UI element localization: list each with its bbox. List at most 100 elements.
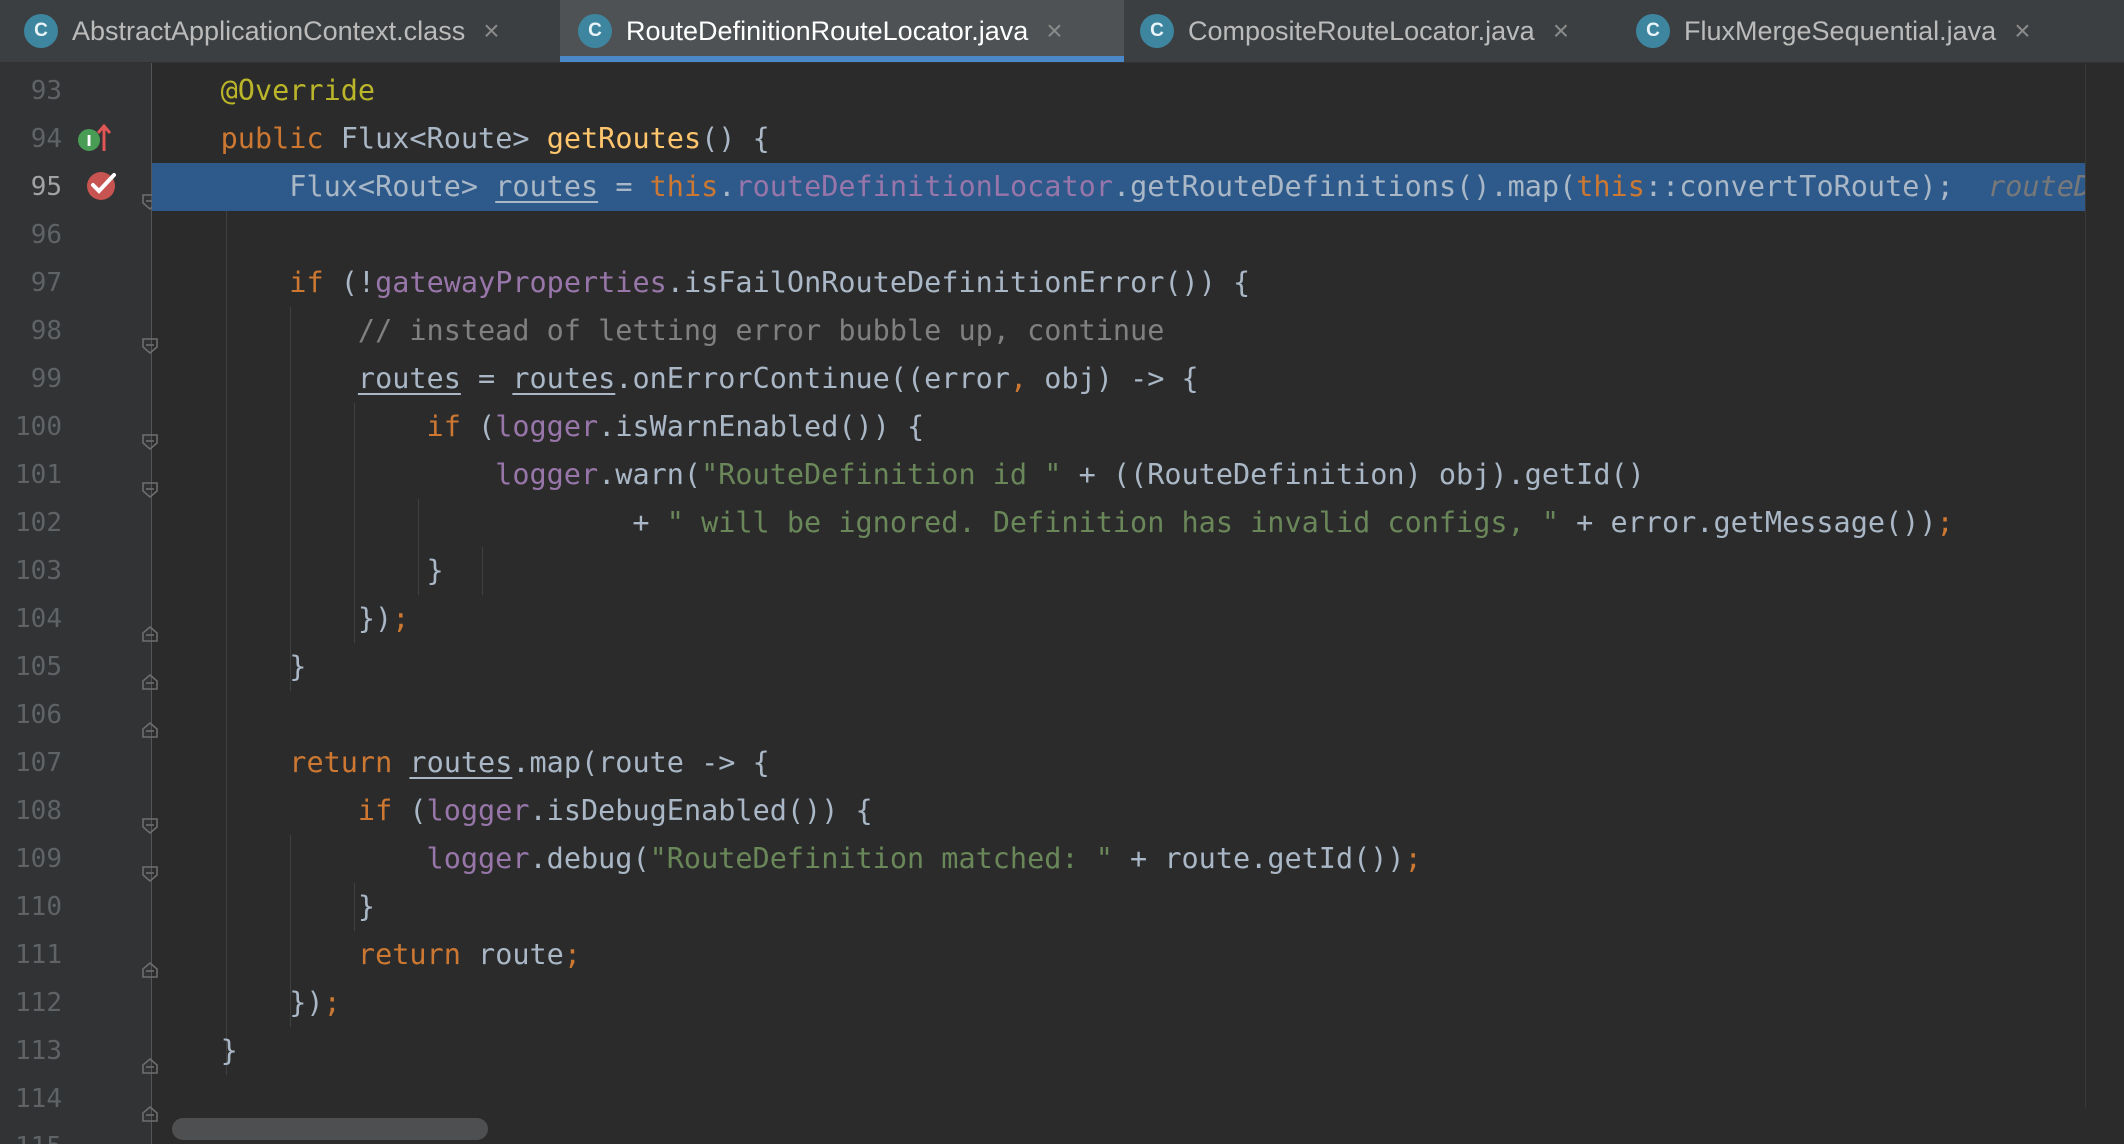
string-literal: " will be ignored. Definition has invali… <box>666 506 1560 539</box>
code-line-113: } <box>152 1034 238 1067</box>
line-number: 97 <box>30 268 62 298</box>
svg-text:I: I <box>86 132 92 150</box>
line-number: 96 <box>30 220 62 250</box>
inline-value-hint: routeDefinitionLocator: CompositeRouteDe… <box>1988 170 2086 203</box>
call-is-warn-enabled: .isWarnEnabled()) { <box>598 410 925 443</box>
code-line-110: } <box>152 890 376 923</box>
code-line-101: logger.warn("RouteDefinition id " + ((Ro… <box>152 451 1645 499</box>
code-line-104: }); <box>152 602 410 635</box>
expr-error-message: + error.getMessage()) <box>1559 506 1937 539</box>
line-number: 113 <box>15 1036 62 1066</box>
line-number: 103 <box>15 556 62 586</box>
type-flux-route: Flux<Route> <box>340 122 530 155</box>
field-route-definition-locator: routeDefinitionLocator <box>735 170 1113 203</box>
line-number: 115 <box>0 1123 62 1144</box>
expr-cast-get-id: + ((RouteDefinition) obj).getId() <box>1061 458 1645 491</box>
keyword-this: this <box>649 170 719 203</box>
java-class-icon: C <box>578 14 612 48</box>
implements-method-icon[interactable]: I <box>76 121 112 157</box>
keyword-return: return <box>289 746 393 779</box>
field-logger: logger <box>426 794 530 827</box>
line-number: 110 <box>15 892 62 922</box>
code-line-98: // instead of letting error bubble up, c… <box>152 307 1164 355</box>
code-line-107: return routes.map(route -> { <box>152 739 770 787</box>
code-line-108: if (logger.isDebugEnabled()) { <box>357 794 873 827</box>
code-area[interactable]: @Override public Flux<Route> getRoutes()… <box>152 63 2086 1144</box>
call-is-debug-enabled: .isDebugEnabled()) { <box>529 794 873 827</box>
indent-guide <box>482 547 483 595</box>
call-debug: .debug( <box>529 842 650 875</box>
tab-label: RouteDefinitionRouteLocator.java <box>626 15 1029 46</box>
line-number: 112 <box>15 988 62 1018</box>
code-line-100: if (logger.isWarnEnabled()) { <box>426 410 925 443</box>
keyword-if: if <box>357 794 393 827</box>
close-icon[interactable]: × <box>1553 15 1569 47</box>
tab-flux-merge-sequential[interactable]: C FluxMergeSequential.java × <box>1636 0 2104 62</box>
field-logger: logger <box>495 458 599 491</box>
field-logger: logger <box>426 842 530 875</box>
horizontal-scrollbar-thumb[interactable] <box>172 1118 488 1140</box>
type-flux-route: Flux<Route> <box>289 170 479 203</box>
close-icon[interactable]: × <box>2014 15 2030 47</box>
var-routes: routes <box>409 746 513 779</box>
line-number: 106 <box>15 700 62 730</box>
code-line-102: + " will be ignored. Definition has inva… <box>152 506 1954 539</box>
code-line-94: public Flux<Route> getRoutes() { <box>220 122 770 155</box>
var-routes: routes <box>495 170 599 203</box>
line-number: 107 <box>15 748 62 778</box>
breakpoint-icon[interactable] <box>84 167 120 203</box>
line-number: 105 <box>15 652 62 682</box>
code-editor[interactable]: 93 94 95 96 97 98 99 100 101 102 103 104… <box>0 63 2124 1144</box>
annotation-override: @Override <box>220 74 376 107</box>
code-line-112: }); <box>152 986 341 1019</box>
close-icon[interactable]: × <box>1046 15 1062 47</box>
line-number: 100 <box>15 412 62 442</box>
line-number: 98 <box>30 316 62 346</box>
tab-label: CompositeRouteLocator.java <box>1188 15 1535 46</box>
string-literal: "RouteDefinition matched: " <box>649 842 1113 875</box>
field-gateway-properties: gatewayProperties <box>375 266 667 299</box>
keyword-if: if <box>289 266 324 299</box>
tab-abstract-application-context[interactable]: C AbstractApplicationContext.class × <box>0 0 580 62</box>
lambda-obj: obj) -> { <box>1027 362 1199 395</box>
keyword-this: this <box>1576 170 1645 203</box>
code-line-97: if (!gatewayProperties.isFailOnRouteDefi… <box>289 266 1251 299</box>
call-is-fail-on-error: .isFailOnRouteDefinitionError()) { <box>666 266 1251 299</box>
line-number: 102 <box>15 508 62 538</box>
var-route: route <box>478 938 564 971</box>
code-line-109: logger.debug("RouteDefinition matched: "… <box>426 842 1422 875</box>
line-number: 99 <box>30 364 62 394</box>
comment: // instead of letting error bubble up, c… <box>357 314 1165 347</box>
line-number: 94 <box>30 124 62 154</box>
field-logger: logger <box>495 410 599 443</box>
expr-route-get-id: + route.getId()) <box>1112 842 1405 875</box>
tab-route-definition-route-locator[interactable]: C RouteDefinitionRouteLocator.java × <box>560 0 1124 62</box>
method-ref-convert-to-route: ::convertToRoute); <box>1644 170 1954 203</box>
var-routes: routes <box>512 362 616 395</box>
java-class-icon: C <box>1140 14 1174 48</box>
gutter: 93 94 95 96 97 98 99 100 101 102 103 104… <box>0 63 158 1144</box>
code-line-103: } <box>152 554 444 587</box>
tab-composite-route-locator[interactable]: C CompositeRouteLocator.java × <box>1140 0 1620 62</box>
tab-label: FluxMergeSequential.java <box>1684 15 1997 46</box>
line-number: 109 <box>15 844 62 874</box>
code-line-99: routes = routes.onErrorContinue((error, … <box>357 362 1199 395</box>
code-line-105: } <box>152 650 307 683</box>
keyword-return: return <box>357 938 461 971</box>
java-class-icon: C <box>1636 14 1670 48</box>
call-get-route-definitions: .getRouteDefinitions().map( <box>1112 170 1577 203</box>
close-icon[interactable]: × <box>483 15 499 47</box>
line-number: 108 <box>15 796 62 826</box>
line-number: 93 <box>30 76 62 106</box>
line-number: 95 <box>30 172 62 202</box>
line-number: 114 <box>15 1084 62 1114</box>
string-literal: "RouteDefinition id " <box>701 458 1062 491</box>
method-get-routes: getRoutes <box>546 122 702 155</box>
keyword-public: public <box>220 122 324 155</box>
line-number: 101 <box>15 460 62 490</box>
tab-label: AbstractApplicationContext.class <box>72 15 466 46</box>
error-stripe[interactable] <box>2085 63 2124 1144</box>
code-line-95: Flux<Route> routes = this.routeDefinitio… <box>152 163 2086 211</box>
call-map-route: .map(route -> { <box>512 746 770 779</box>
class-file-icon: C <box>24 14 58 48</box>
